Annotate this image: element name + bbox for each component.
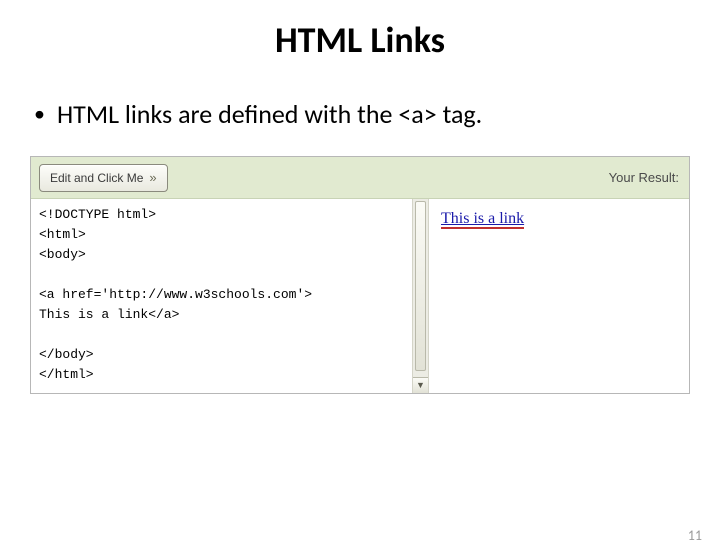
bullet-item: • HTML links are defined with the <a> ta… — [34, 98, 720, 130]
scrollbar-vertical[interactable]: ▼ — [412, 199, 428, 393]
bullet-text: HTML links are defined with the <a> tag. — [57, 98, 482, 130]
chevron-right-icon: » — [149, 170, 156, 185]
result-pane: This is a link — [429, 199, 689, 393]
edit-and-click-button[interactable]: Edit and Click Me » — [39, 164, 168, 192]
scrollbar-thumb[interactable] — [415, 201, 426, 371]
result-heading: Your Result: — [609, 170, 679, 185]
page-number: 11 — [688, 527, 702, 544]
result-link[interactable]: This is a link — [441, 210, 524, 229]
scrollbar-down-button[interactable]: ▼ — [413, 377, 428, 393]
editor-body: <!DOCTYPE html> <html> <body> <a href='h… — [31, 199, 689, 393]
tryit-editor: Edit and Click Me » Your Result: <!DOCTY… — [30, 156, 690, 394]
edit-button-label: Edit and Click Me — [50, 171, 143, 185]
slide: HTML Links • HTML links are defined with… — [0, 18, 720, 558]
page-title: HTML Links — [0, 18, 720, 62]
bullet-marker: • — [34, 98, 45, 130]
editor-header: Edit and Click Me » Your Result: — [31, 157, 689, 199]
code-text: <!DOCTYPE html> <html> <body> <a href='h… — [31, 199, 428, 391]
code-pane[interactable]: <!DOCTYPE html> <html> <body> <a href='h… — [31, 199, 429, 393]
